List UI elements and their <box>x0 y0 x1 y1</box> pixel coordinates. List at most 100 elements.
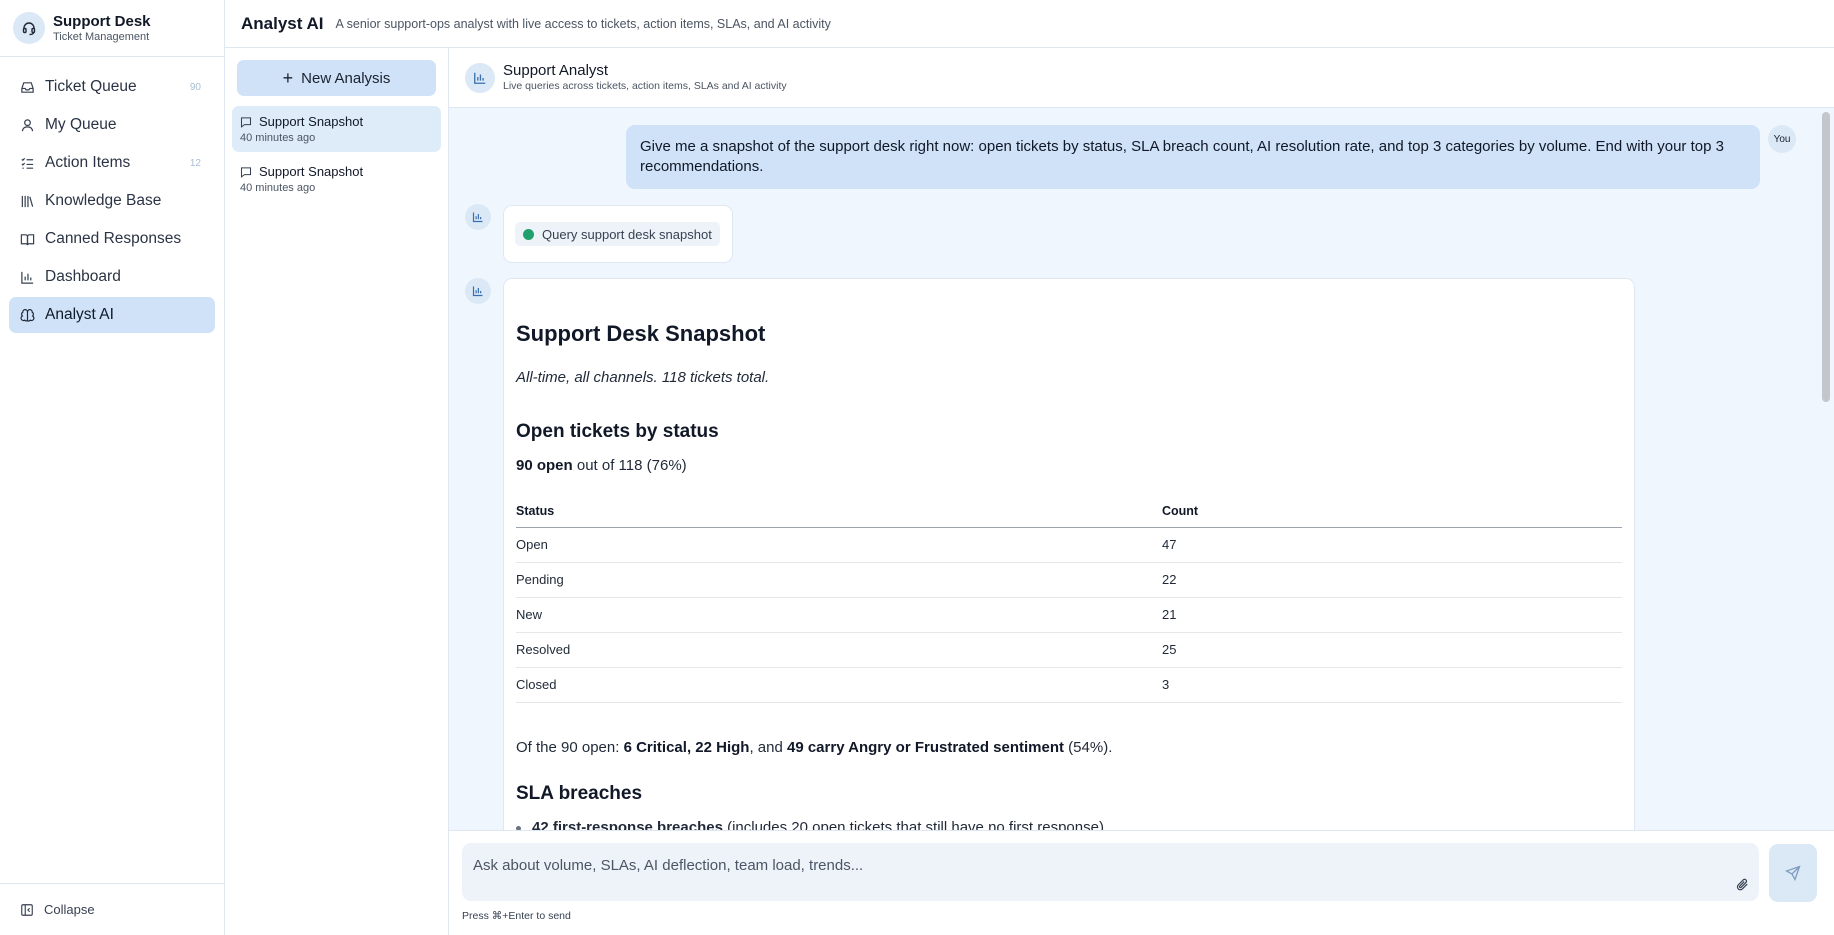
main-area: Analyst AI A senior support-ops analyst … <box>225 0 1834 935</box>
chat-pane: Support Analyst Live queries across tick… <box>449 48 1834 935</box>
sidebar-collapse-icon <box>20 903 34 917</box>
answer-scope: All-time, all channels. 118 tickets tota… <box>516 369 770 386</box>
collapse-label: Collapse <box>44 902 95 917</box>
section-heading-sla: SLA breaches <box>516 783 643 804</box>
summary-prefix: Of the 90 open: <box>516 739 624 756</box>
table-cell: 22 <box>1162 562 1622 598</box>
sidebar-item-label: Action Items <box>45 154 131 171</box>
message-input[interactable] <box>473 853 1703 877</box>
brain-icon <box>19 307 35 323</box>
list-item: 42 first-response breaches (includes 20 … <box>516 819 1104 830</box>
section-heading-status: Open tickets by status <box>516 421 719 442</box>
bar-chart-icon <box>474 72 486 84</box>
table-row: New 21 <box>516 597 1622 633</box>
chat-header: Support Analyst Live queries across tick… <box>449 48 1834 108</box>
inbox-icon <box>19 79 35 95</box>
brand-name: Support Desk <box>53 12 151 30</box>
sidebar-item-dashboard[interactable]: Dashboard <box>9 259 215 295</box>
open-count-line: 90 open out of 118 (76%) <box>516 457 687 474</box>
plus-icon: + <box>282 68 294 88</box>
collapse-button[interactable]: Collapse <box>0 883 224 935</box>
chat-subtitle: Live queries across tickets, action item… <box>503 80 787 92</box>
send-hint: Press ⌘+Enter to send <box>462 910 571 922</box>
tool-call-pill: Query support desk snapshot <box>515 222 720 246</box>
sidebar-item-action-items[interactable]: Action Items 12 <box>9 145 215 181</box>
sla-first-response-detail: (includes 20 open tickets that still hav… <box>722 819 1104 830</box>
table-cell: 21 <box>1162 597 1622 633</box>
new-analysis-button[interactable]: + New Analysis <box>237 60 436 96</box>
open-count-rest: out of 118 (76%) <box>572 457 687 474</box>
assistant-message: Support Desk Snapshot All-time, all chan… <box>503 278 1635 830</box>
sidebar-item-label: Ticket Queue <box>45 78 137 95</box>
table-cell: 25 <box>1162 632 1622 668</box>
count-badge: 90 <box>189 81 201 93</box>
brand[interactable]: Support Desk Ticket Management <box>0 0 224 57</box>
sidebar: Support Desk Ticket Management Ticket Qu… <box>0 0 225 935</box>
sidebar-item-analyst-ai[interactable]: Analyst AI <box>9 297 215 333</box>
summary-sentiment: 49 carry Angry or Frustrated sentiment <box>786 739 1065 756</box>
open-breakdown-summary: Of the 90 open: 6 Critical, 22 High, and… <box>516 739 1112 756</box>
table-cell: Resolved <box>516 632 1162 668</box>
send-icon <box>1785 865 1801 881</box>
sidebar-item-label: Knowledge Base <box>45 192 162 209</box>
summary-priority: 6 Critical, 22 High <box>623 739 750 756</box>
chat-bubble-icon <box>240 166 252 178</box>
message-input-box <box>462 843 1759 901</box>
table-row: Closed 3 <box>516 667 1622 703</box>
user-message: Give me a snapshot of the support desk r… <box>626 125 1760 189</box>
sidebar-item-ticket-queue[interactable]: Ticket Queue 90 <box>9 69 215 105</box>
send-button[interactable] <box>1769 844 1817 902</box>
history-item-title: Support Snapshot <box>259 114 364 129</box>
summary-suffix: (54%). <box>1064 739 1113 756</box>
bar-chart-icon <box>472 212 483 223</box>
history-item[interactable]: Support Snapshot 40 minutes ago <box>232 156 441 202</box>
answer-title: Support Desk Snapshot <box>516 321 766 346</box>
status-table: Status Count Open 47 Pending 22 New 21 Reso… <box>516 495 1622 703</box>
analyst-avatar <box>465 278 491 304</box>
sidebar-item-label: Dashboard <box>45 268 121 285</box>
open-count-bold: 90 open <box>516 457 573 474</box>
column-header: Count <box>1162 495 1622 528</box>
tool-call-label: Query support desk snapshot <box>542 226 712 242</box>
user-icon <box>19 117 35 133</box>
headset-icon <box>13 12 45 44</box>
table-cell: Closed <box>516 667 1162 703</box>
history-item[interactable]: Support Snapshot 40 minutes ago <box>232 106 441 152</box>
library-icon <box>19 193 35 209</box>
status-dot-icon <box>523 228 534 240</box>
table-cell: 3 <box>1162 667 1622 703</box>
table-cell: New <box>516 597 1162 633</box>
column-header: Status <box>516 495 1162 528</box>
composer: Press ⌘+Enter to send <box>449 830 1834 935</box>
chat-title: Support Analyst <box>503 62 609 79</box>
book-icon <box>19 231 35 247</box>
table-header-row: Status Count <box>516 495 1622 528</box>
sidebar-item-label: My Queue <box>45 116 117 133</box>
sidebar-item-my-queue[interactable]: My Queue <box>9 107 215 143</box>
table-row: Resolved 25 <box>516 632 1622 668</box>
checklist-icon <box>19 155 35 171</box>
analyst-avatar <box>465 204 491 230</box>
scrollbar-thumb[interactable] <box>1822 112 1830 402</box>
sidebar-item-canned-responses[interactable]: Canned Responses <box>9 221 215 257</box>
sidebar-item-label: Analyst AI <box>45 306 114 323</box>
table-cell: Pending <box>516 562 1162 598</box>
bar-chart-icon <box>472 286 483 297</box>
table-cell: 47 <box>1162 527 1622 563</box>
chat-bubble-icon <box>240 116 252 128</box>
page-description: A senior support-ops analyst with live a… <box>335 16 831 31</box>
message-list[interactable]: Give me a snapshot of the support desk r… <box>449 108 1834 830</box>
paperclip-icon[interactable] <box>1731 873 1753 895</box>
tool-call-card[interactable]: Query support desk snapshot <box>503 205 733 263</box>
history-item-time: 40 minutes ago <box>240 182 316 194</box>
topbar: Analyst AI A senior support-ops analyst … <box>225 0 1834 48</box>
sidebar-item-label: Canned Responses <box>45 230 182 247</box>
sidebar-item-knowledge-base[interactable]: Knowledge Base <box>9 183 215 219</box>
user-avatar: You <box>1768 125 1796 153</box>
count-badge: 12 <box>189 157 201 169</box>
bar-chart-icon <box>19 269 35 285</box>
brand-subtitle: Ticket Management <box>53 30 150 43</box>
page-title: Analyst AI <box>241 13 324 33</box>
sidebar-nav: Ticket Queue 90 My Queue Action Items 12… <box>0 57 224 333</box>
new-analysis-label: New Analysis <box>301 69 391 87</box>
